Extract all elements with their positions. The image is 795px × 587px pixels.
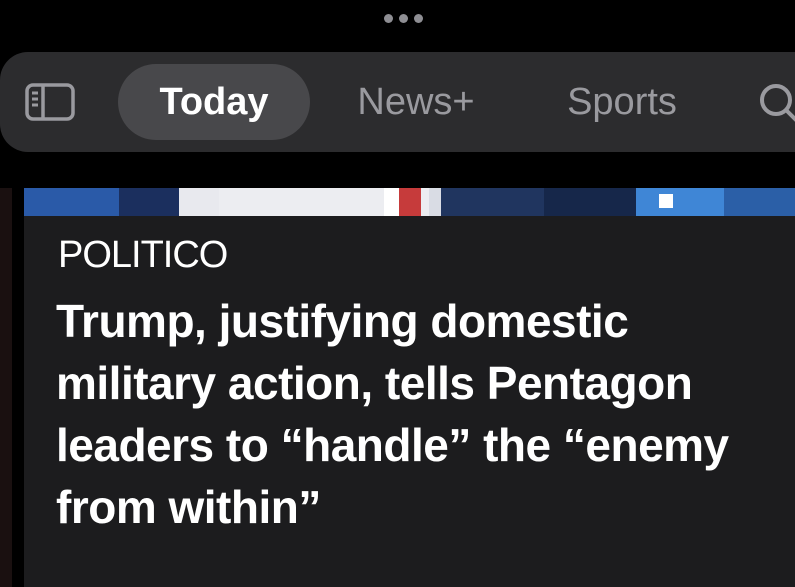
adjacent-card-edge: [0, 188, 12, 587]
tab-sports[interactable]: Sports: [557, 64, 687, 140]
article-headline[interactable]: Trump, justifying domestic military acti…: [56, 290, 776, 538]
sidebar-toggle-button[interactable]: [24, 82, 76, 122]
window-handle-dots-icon[interactable]: [384, 14, 423, 23]
dot: [384, 14, 393, 23]
tab-news-plus[interactable]: News+: [346, 64, 486, 140]
dot: [414, 14, 423, 23]
hero-photo: [24, 188, 795, 216]
app-window: Today News+ Sports POLITICO Trump, justi…: [0, 0, 795, 587]
search-button[interactable]: [756, 78, 795, 126]
article-hero-image: [24, 188, 795, 216]
article-card[interactable]: POLITICO Trump, justifying domestic mili…: [24, 188, 795, 587]
top-toolbar: Today News+ Sports: [0, 52, 795, 152]
tab-today[interactable]: Today: [118, 64, 310, 140]
search-icon: [760, 84, 795, 122]
sidebar-icon: [25, 83, 75, 121]
dot: [399, 14, 408, 23]
publisher-name: POLITICO: [58, 234, 228, 276]
